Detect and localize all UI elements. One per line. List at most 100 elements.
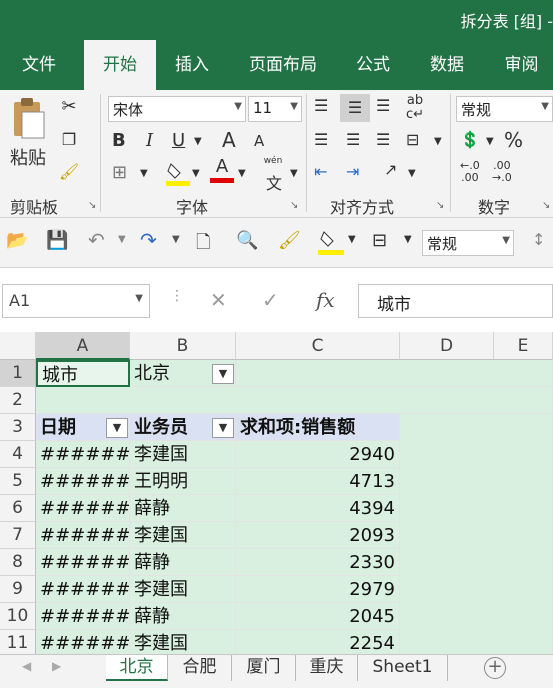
insert-function-icon[interactable]: fx [316, 288, 335, 312]
date-cell[interactable]: ####### [36, 495, 130, 522]
date-cell[interactable]: ####### [36, 630, 130, 654]
row-header[interactable]: 6 [0, 495, 36, 522]
new-file-icon[interactable]: 🗋 [196, 230, 210, 260]
tab-home[interactable]: 开始 [84, 40, 156, 90]
person-cell[interactable]: 薛静 [130, 549, 236, 576]
amount-cell[interactable]: 2979 [236, 576, 400, 603]
save-icon[interactable]: 💾 [46, 230, 68, 251]
chevron-down-icon[interactable]: ▼ [192, 168, 200, 179]
scroll-right-icon[interactable]: ▶ [52, 659, 61, 673]
clipboard-launcher-icon[interactable]: ↘ [88, 200, 96, 211]
date-cell[interactable]: ####### [36, 441, 130, 468]
print-preview-icon[interactable]: 🔍 [236, 230, 258, 251]
alignment-launcher-icon[interactable]: ↘ [436, 200, 444, 211]
sort-icon[interactable]: ↕ [532, 230, 545, 249]
row-header[interactable]: 5 [0, 468, 36, 495]
date-cell[interactable]: ####### [36, 522, 130, 549]
tab-formulas[interactable]: 公式 [340, 40, 406, 90]
blank-area[interactable] [400, 414, 553, 654]
blank-cell[interactable] [236, 360, 553, 387]
decrease-indent-icon[interactable]: ⇤ [314, 162, 327, 181]
tab-insert[interactable]: 插入 [158, 40, 226, 90]
chevron-down-icon[interactable]: ▼ [290, 168, 298, 179]
person-cell[interactable]: 薛静 [130, 495, 236, 522]
sheet-tab-hefei[interactable]: 合肥 [168, 655, 232, 681]
date-cell[interactable]: ####### [36, 468, 130, 495]
decrease-font-button[interactable]: A [254, 132, 264, 150]
chevron-down-icon[interactable]: ▼ [172, 234, 180, 245]
person-cell[interactable]: 李建国 [130, 522, 236, 549]
person-header-cell[interactable]: 业务员 ▼ [130, 414, 236, 441]
number-format-select[interactable]: 常规 ▼ [456, 96, 553, 122]
filter-value-cell[interactable]: 北京 ▼ [130, 360, 236, 387]
italic-button[interactable]: I [146, 130, 153, 151]
amount-cell[interactable]: 2045 [236, 603, 400, 630]
align-right-icon[interactable]: ☰ [376, 130, 390, 149]
increase-indent-icon[interactable]: ⇥ [346, 162, 359, 181]
sheet-tab-xiamen[interactable]: 厦门 [232, 655, 296, 681]
add-sheet-icon[interactable]: + [484, 657, 506, 679]
date-cell[interactable]: ####### [36, 549, 130, 576]
chevron-down-icon[interactable]: ▼ [194, 136, 202, 147]
row-header[interactable]: 4 [0, 441, 36, 468]
font-color-button[interactable]: A [210, 156, 234, 183]
chevron-down-icon[interactable]: ▼ [140, 168, 148, 179]
chevron-down-icon[interactable]: ▼ [434, 136, 442, 147]
fill-color-icon[interactable] [166, 160, 190, 190]
dropdown-icon[interactable]: ▼ [106, 418, 128, 438]
row-header[interactable]: 3 [0, 414, 36, 441]
chevron-down-icon[interactable]: ▼ [486, 136, 494, 147]
name-box[interactable]: A1 ▼ [2, 284, 150, 318]
column-header-c[interactable]: C [236, 332, 400, 360]
copy-icon[interactable]: ❐ [58, 130, 80, 149]
orientation-icon[interactable]: ↗ [384, 160, 397, 179]
increase-font-button[interactable]: A [222, 128, 236, 152]
align-middle-icon[interactable]: ☰ [340, 94, 370, 122]
font-size-select[interactable]: 11 ▼ [248, 96, 302, 122]
increase-decimal-icon[interactable]: ←.0.00 [460, 160, 480, 184]
scroll-left-icon[interactable]: ◀ [22, 659, 31, 673]
row-header[interactable]: 7 [0, 522, 36, 549]
cancel-icon[interactable]: ✕ [210, 288, 227, 312]
format-painter-icon[interactable]: 🖌 [278, 230, 301, 251]
merge-center-icon[interactable]: ⊟ [406, 130, 419, 149]
column-header-b[interactable]: B [130, 332, 236, 360]
column-header-a[interactable]: A [36, 332, 130, 360]
amount-cell[interactable]: 2940 [236, 441, 400, 468]
amount-cell[interactable]: 4394 [236, 495, 400, 522]
row-header[interactable]: 9 [0, 576, 36, 603]
date-cell[interactable]: ####### [36, 576, 130, 603]
amount-cell[interactable]: 2330 [236, 549, 400, 576]
row-header[interactable]: 1 [0, 360, 36, 387]
row-header[interactable]: 2 [0, 387, 36, 414]
decrease-decimal-icon[interactable]: .00 →.0 [492, 160, 512, 184]
person-cell[interactable]: 薛静 [130, 603, 236, 630]
person-cell[interactable]: 李建国 [130, 441, 236, 468]
align-top-icon[interactable]: ☰ [314, 96, 328, 115]
amount-cell[interactable]: 2093 [236, 522, 400, 549]
phonetic-button[interactable]: 文 [264, 170, 284, 194]
bold-button[interactable]: B [112, 130, 126, 151]
row-header[interactable]: 11 [0, 630, 36, 654]
dropdown-icon[interactable]: ▼ [212, 418, 234, 438]
row-header[interactable]: 8 [0, 549, 36, 576]
chevron-down-icon[interactable]: ▼ [118, 234, 126, 245]
person-cell[interactable]: 李建国 [130, 576, 236, 603]
font-launcher-icon[interactable]: ↘ [290, 200, 298, 211]
amount-header-cell[interactable]: 求和项:销售额 [236, 414, 400, 441]
tab-page-layout[interactable]: 页面布局 [236, 40, 330, 90]
redo-icon[interactable]: ↷ [140, 228, 157, 252]
percent-button[interactable]: % [504, 128, 523, 152]
font-name-select[interactable]: 宋体 ▼ [108, 96, 246, 122]
confirm-icon[interactable]: ✓ [262, 288, 279, 312]
open-folder-icon[interactable]: 📂 [6, 230, 28, 251]
chevron-down-icon[interactable]: ▼ [238, 168, 246, 179]
fill-color-icon[interactable] [318, 228, 344, 260]
format-painter-icon[interactable]: 🖌 [58, 162, 80, 181]
column-header-d[interactable]: D [400, 332, 494, 360]
cut-icon[interactable]: ✂ [58, 96, 80, 117]
date-header-cell[interactable]: 日期 ▼ [36, 414, 130, 441]
chevron-down-icon[interactable]: ▼ [404, 234, 412, 245]
paste-icon[interactable] [6, 96, 50, 142]
tab-file[interactable]: 文件 [0, 40, 78, 90]
